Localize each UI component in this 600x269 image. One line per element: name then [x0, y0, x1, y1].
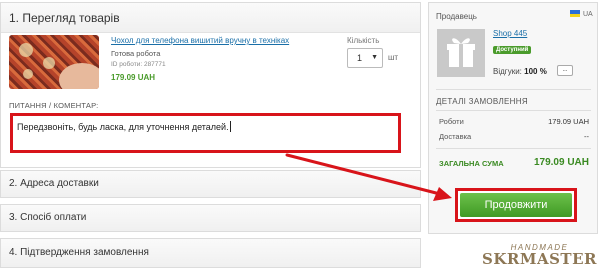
comment-text: Передзвоніть, будь ласка, для уточнення …: [17, 122, 229, 132]
quantity-label: Кількість: [347, 36, 380, 45]
step-4-header[interactable]: 4. Підтвердження замовлення: [1, 239, 420, 267]
proceed-highlight: Продовжити: [455, 188, 577, 222]
step-review-products: 1. Перегляд товарів Чохол для телефона в…: [0, 2, 421, 168]
text-cursor: [229, 121, 231, 132]
quantity-unit: шт: [388, 53, 399, 62]
step-delivery-address[interactable]: 2. Адреса доставки: [0, 170, 421, 198]
step-2-header[interactable]: 2. Адреса доставки: [1, 171, 420, 197]
product-status: Готова робота: [111, 49, 161, 58]
divider: [436, 110, 591, 111]
total-value: 179.09 UAH: [533, 157, 589, 168]
divider: [436, 89, 591, 90]
product-image[interactable]: [9, 35, 99, 89]
embroidery-pattern: [43, 57, 55, 69]
delivery-value: --: [584, 132, 589, 141]
order-details-title: ДЕТАЛІ ЗАМОВЛЕННЯ: [436, 97, 528, 106]
comment-textarea[interactable]: Передзвоніть, будь ласка, для уточнення …: [10, 113, 401, 153]
seller-country: UA: [583, 11, 593, 18]
works-value: 179.09 UAH: [548, 117, 589, 126]
delivery-label: Доставка: [439, 132, 472, 141]
product-id: ID роботи: 287771: [111, 61, 166, 68]
reviews-label: Відгуки:: [493, 67, 522, 76]
quantity-select[interactable]: 1 ▼: [347, 48, 383, 68]
seller-label: Продавець: [436, 12, 477, 21]
step-1-header[interactable]: 1. Перегляд товарів: [1, 3, 420, 33]
proceed-button[interactable]: Продовжити: [460, 193, 572, 217]
chevron-down-icon: ▼: [371, 54, 378, 61]
comment-label: ПИТАННЯ / КОМЕНТАР:: [9, 101, 99, 110]
total-label: ЗАГАЛЬНА СУМА: [439, 159, 504, 168]
step-order-confirmation[interactable]: 4. Підтвердження замовлення: [0, 238, 421, 268]
divider: [436, 148, 591, 149]
works-label: Роботи: [439, 117, 464, 126]
product-price: 179.09 UAH: [111, 73, 156, 82]
step-3-header[interactable]: 3. Спосіб оплати: [1, 205, 420, 231]
availability-badge: Доступний: [493, 46, 532, 54]
seller-reviews: Відгуки: 100 %: [493, 67, 547, 76]
watermark-logo: HANDMADE SKRMASTER: [482, 244, 597, 267]
hand-holding-item: [59, 63, 99, 89]
embroidery-pattern: [19, 43, 33, 57]
step-payment-method[interactable]: 3. Спосіб оплати: [0, 204, 421, 232]
more-reviews-button[interactable]: ...: [557, 65, 573, 76]
reviews-value: 100 %: [524, 67, 547, 76]
product-title-link[interactable]: Чохол для телефона вишитий вручну в техн…: [111, 36, 289, 45]
cart-item: Чохол для телефона вишитий вручну в техн…: [1, 33, 420, 95]
gift-icon[interactable]: [437, 29, 485, 77]
watermark-line2: SKRMASTER: [482, 250, 597, 268]
ukraine-flag-icon: [570, 10, 580, 17]
embroidery-pattern: [23, 69, 33, 79]
shop-name-link[interactable]: Shop 445: [493, 29, 527, 38]
quantity-value: 1: [357, 53, 363, 63]
